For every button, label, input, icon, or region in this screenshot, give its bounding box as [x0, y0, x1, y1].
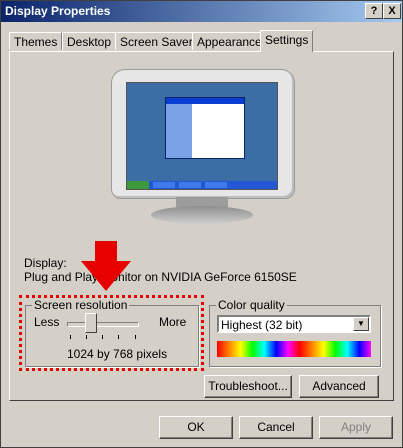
troubleshoot-button[interactable]: Troubleshoot... — [204, 375, 292, 398]
display-device-name: Plug and Play Monitor on NVIDIA GeForce … — [24, 270, 297, 284]
preview-window — [165, 97, 245, 159]
display-properties-window: Display Properties ? X Themes Desktop Sc… — [0, 0, 403, 448]
close-button[interactable]: X — [383, 3, 401, 19]
desktop-preview — [126, 82, 278, 190]
chevron-down-icon[interactable]: ▼ — [353, 317, 369, 331]
tab-screen-saver[interactable]: Screen Saver — [115, 32, 198, 50]
help-button[interactable]: ? — [365, 3, 383, 19]
tab-appearance[interactable]: Appearance — [192, 32, 267, 50]
monitor-preview-image — [111, 69, 295, 199]
tab-themes[interactable]: Themes — [9, 32, 63, 50]
ok-button[interactable]: OK — [159, 416, 233, 439]
preview-taskbar — [127, 181, 277, 189]
window-title: Display Properties — [5, 4, 111, 18]
color-quality-select[interactable]: Highest (32 bit) ▼ — [217, 315, 371, 333]
red-highlight-box — [19, 295, 204, 371]
monitor-stand-base — [151, 206, 253, 224]
color-spectrum-bar — [217, 341, 371, 357]
color-quality-value: Highest (32 bit) — [221, 318, 303, 332]
tab-desktop[interactable]: Desktop — [62, 32, 117, 50]
display-label: Display: — [24, 256, 67, 270]
cancel-button[interactable]: Cancel — [239, 416, 313, 439]
tab-settings[interactable]: Settings — [260, 30, 314, 52]
apply-button[interactable]: Apply — [319, 416, 393, 439]
advanced-button[interactable]: Advanced — [299, 375, 379, 398]
color-quality-label: Color quality — [216, 298, 287, 312]
red-arrow-icon — [81, 241, 131, 291]
title-bar[interactable]: Display Properties ? X — [1, 1, 402, 22]
